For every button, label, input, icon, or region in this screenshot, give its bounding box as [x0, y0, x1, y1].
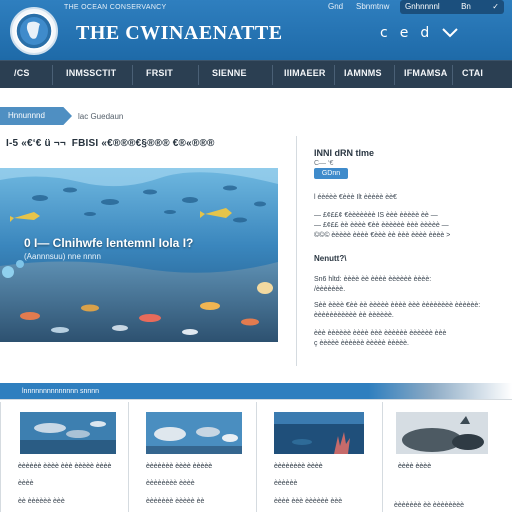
card-text: èèèè èèè èèèèèè èèè — [274, 498, 343, 505]
sidebar-title: INNI dRN tlme — [314, 148, 375, 158]
site-title[interactable]: THE CWINAENATTE — [76, 22, 283, 45]
card-title[interactable]: èèèèèèèè èèèè — [274, 463, 323, 470]
card-image[interactable] — [146, 412, 242, 454]
util-box-label: Gnhnnnnl — [405, 2, 440, 11]
card-title[interactable]: èèèè èèèè — [398, 463, 431, 470]
card-title[interactable]: èèèèèè èèèè èèè èèèèè èèèè — [18, 463, 111, 470]
nav-divider — [132, 65, 133, 85]
column-divider — [296, 136, 297, 366]
util-signin-box[interactable]: Gnhnnnnl Bn ✓ — [400, 0, 504, 14]
breadcrumb-pill[interactable]: Hnnunnnd — [0, 107, 72, 125]
card-image[interactable] — [396, 412, 488, 454]
card-text: èèèè — [18, 480, 34, 487]
menu-icon[interactable] — [441, 25, 459, 43]
search-icon[interactable]: c — [380, 25, 388, 43]
card-title[interactable]: èèèèèèè èèèè èèèèè — [146, 463, 212, 470]
hero-subtitle: (Aannnsuu) nne nnnn — [24, 252, 101, 261]
breadcrumb[interactable]: lac Guedaun — [78, 112, 123, 121]
nav-divider — [198, 65, 199, 85]
card-image[interactable] — [20, 412, 116, 454]
card-text: èèèèèèè èèèèè èè — [146, 498, 205, 505]
nav-divider — [394, 65, 395, 85]
main-nav: /CS INMSSCTIT FRSIT SIENNE IIIMAEER IAMN… — [0, 60, 512, 88]
sidebar-text-line: ç èèèèè èèèèèè èèèèè èèèèè. — [314, 340, 409, 347]
card-divider — [382, 402, 383, 512]
site-header: THE OCEAN CONSERVANCY THE CWINAENATTE Gn… — [0, 0, 512, 60]
nav-item-6[interactable]: IAMNMS — [344, 68, 382, 78]
account-icon[interactable]: e — [400, 25, 409, 43]
nav-item-8[interactable]: CTAI — [462, 68, 483, 78]
card-text: èèèèèèèè èèèè — [146, 480, 195, 487]
globe-logo-icon — [15, 12, 53, 50]
cards-divider — [0, 399, 512, 400]
util-link-2[interactable]: Sbnmtnw — [356, 2, 389, 11]
card-text: èèèèèèè èè èèèèèèèè — [394, 502, 465, 509]
sidebar-subtitle: C— ‘€ — [314, 160, 334, 167]
sidebar-text-line: — £¢££ èè èèèè €èè èèèèèè èèè èèèèè — — [314, 222, 449, 229]
card-divider — [128, 402, 129, 512]
nav-divider — [452, 65, 453, 85]
cart-icon[interactable]: d — [420, 25, 429, 43]
nav-divider — [272, 65, 273, 85]
sidebar-text-line: èèèèèèèèèèè èè èèèèèè. — [314, 312, 394, 319]
nav-item-2[interactable]: INMSSCTIT — [66, 68, 116, 78]
turtle-rock-thumbnail — [396, 412, 488, 454]
util-box-icon: Bn — [461, 2, 471, 11]
card-text: èè èèèèèè èèè — [18, 498, 65, 505]
card-text: èèèèèè — [274, 480, 298, 487]
card-divider — [0, 402, 1, 512]
nav-divider — [52, 65, 53, 85]
hero-title: 0 I— Clnihwfe lentemnl Iola I? — [24, 236, 194, 250]
fish-school-thumbnail — [20, 412, 116, 454]
card-image[interactable] — [274, 412, 364, 454]
nav-item-home[interactable]: /CS — [14, 68, 30, 78]
deep-sea-thumbnail — [274, 412, 364, 454]
nav-item-7[interactable]: IFMAMSA — [404, 68, 447, 78]
sidebar-text-line: èèè èèèèèè èèèè èèè èèèèèè èèèèèè èèè — [314, 330, 447, 337]
sidebar-button[interactable]: GDnn — [314, 168, 348, 179]
sidebar-section-heading: Nenutt?\ — [314, 254, 347, 263]
site-tagline: THE OCEAN CONSERVANCY — [64, 4, 167, 11]
nav-item-4[interactable]: SIENNE — [212, 68, 247, 78]
sidebar-text-line: Sèè èèèè €èè èè èèèèè èèèè èèè èèèèèèèè … — [314, 302, 481, 309]
nav-divider — [334, 65, 335, 85]
card-divider — [256, 402, 257, 512]
sidebar-text-line: /èèèèèèè. — [314, 286, 346, 293]
util-link[interactable]: Gnd — [328, 2, 343, 11]
chevron-icon — [442, 28, 458, 38]
sidebar-text-line: ©©© èèèèè èèèè €èèè èè èèè èèèè èèèè > — [314, 232, 451, 239]
coral-reef-thumbnail — [146, 412, 242, 454]
check-icon: ✓ — [492, 2, 499, 11]
logo[interactable] — [10, 7, 58, 55]
section-band-label: lnnnnnnnnnnnnnn snnnn — [22, 388, 100, 395]
sidebar-text-line: — £¢££¢ €èèèèèèè IS èèè èèèèè èè — — [314, 212, 438, 219]
article-headline: I-5 «€‘€ ü ¬¬ FBISI «€®®®€§®®® €®«®®® — [6, 138, 215, 149]
nav-item-5[interactable]: IIIMAEER — [284, 68, 326, 78]
nav-item-3[interactable]: FRSIT — [146, 68, 173, 78]
sidebar-text-line: Sn6 hltd: èèèè èè èèèè èèèèèè èèèè: — [314, 276, 432, 283]
header-icons: c e d — [380, 25, 459, 43]
sidebar-meta: l éèéèè €èèè Ilt èèèèè èè€ — [314, 194, 397, 201]
